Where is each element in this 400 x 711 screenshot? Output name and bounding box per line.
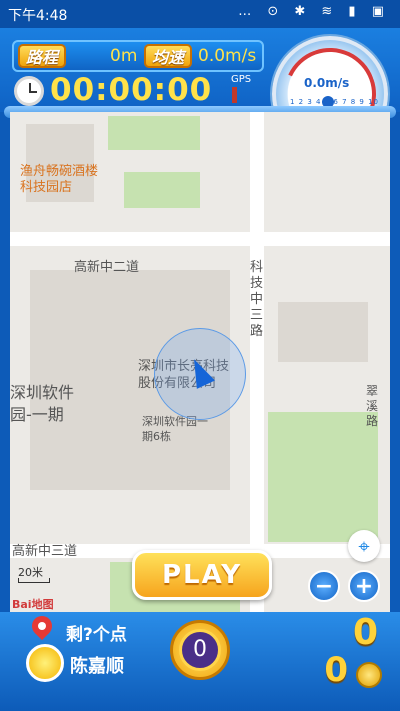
coin-stack-icon <box>356 662 382 688</box>
location-pin-icon: ⌖ <box>358 534 370 558</box>
center-count: 0 <box>179 629 221 671</box>
map-park <box>268 412 378 542</box>
baidu-logo: Bai地图 <box>12 598 54 611</box>
status-time: 下午4:48 <box>8 8 68 24</box>
gps-label: GPS <box>231 74 252 85</box>
coin-count: 0 <box>324 650 348 690</box>
map-road-gaoxin3: 高新中三道 <box>12 544 78 559</box>
map-block <box>278 302 368 362</box>
map-scale-bar <box>18 578 50 583</box>
gauge-speed: 0.0m/s <box>304 76 350 90</box>
remaining-points: 剩?个点 <box>66 625 127 645</box>
center-counter: 0 <box>170 620 230 680</box>
avg-speed-tag: 均速 <box>144 44 193 68</box>
map-pin-icon <box>27 611 57 641</box>
bottom-panel: 剩?个点 陈嘉顺 0 0 0 <box>0 611 400 711</box>
status-bar: 下午4:48 … ⊙ ✱ ≋ ▮ ▣ <box>0 0 400 28</box>
zoom-out-button[interactable]: − <box>308 570 340 602</box>
map-road-keji3: 科技中三路 <box>250 260 264 339</box>
clock-icon <box>14 76 44 106</box>
map-cuixi-road: 翠溪路 <box>366 384 379 428</box>
avatar[interactable] <box>26 644 64 682</box>
gps-signal-bar <box>232 87 237 103</box>
map-road <box>10 232 390 246</box>
zoom-in-button[interactable]: + <box>348 570 380 602</box>
map-poi-restaurant: 渔舟畅碗酒楼科技园店 <box>20 164 99 195</box>
map-road-gaoxin2: 高新中二道 <box>74 260 140 275</box>
status-icons: … ⊙ ✱ ≋ ▮ ▣ <box>238 4 390 19</box>
timer: 00:00:00 <box>50 72 213 108</box>
score-value: 0 <box>352 612 378 653</box>
map-view[interactable]: 渔舟畅碗酒楼科技园店 高新中二道 科技中三路 深圳市长亮科技股份有限公司 深圳软… <box>10 112 390 612</box>
stats-pill: 路程 0m 均速 0.0m/s <box>12 40 264 72</box>
map-road <box>250 112 264 612</box>
play-button[interactable]: PLAY <box>132 550 272 600</box>
locate-button[interactable]: ⌖ <box>348 530 380 562</box>
stats-header: 路程 0m 均速 0.0m/s 00:00:00 GPS 0.0m/s 1 2 … <box>0 28 400 153</box>
avg-speed-value: 0.0m/s <box>198 46 257 66</box>
distance-value: 0m <box>110 46 138 66</box>
player-name: 陈嘉顺 <box>70 656 124 677</box>
map-software-park: 深圳软件园-一期 <box>10 383 75 424</box>
gauge-ticks: 1 2 3 4 5 6 7 8 9 10 <box>290 98 380 106</box>
distance-tag: 路程 <box>18 44 67 68</box>
map-park <box>108 116 200 150</box>
map-park <box>124 172 200 208</box>
